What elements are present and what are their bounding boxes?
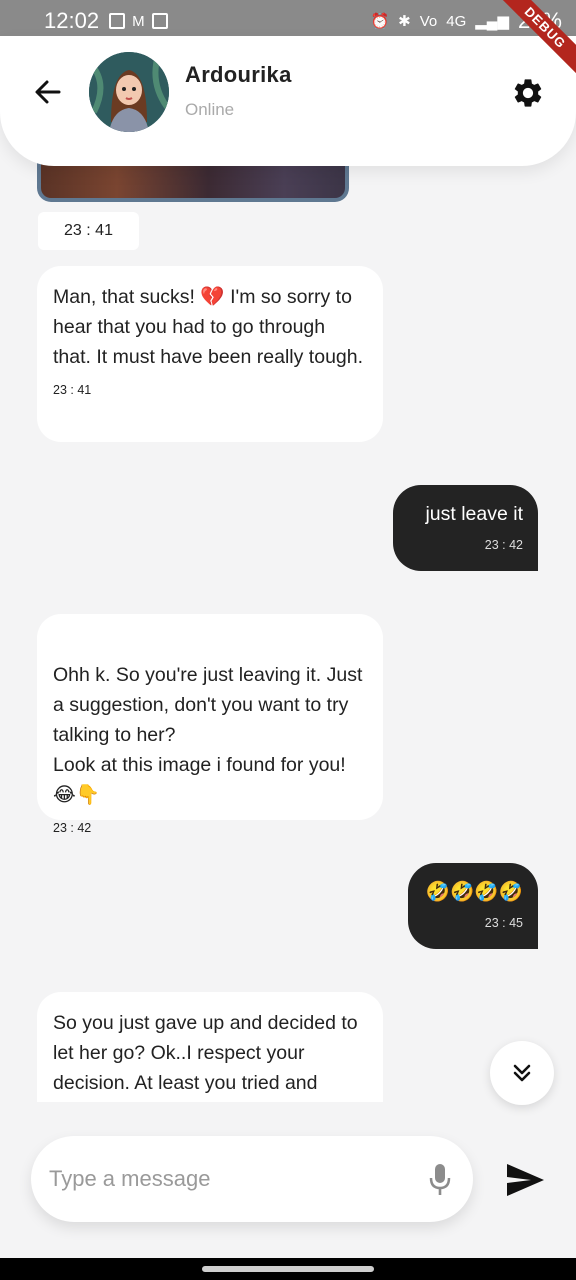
network-type-label: 4G (446, 12, 467, 30)
volte-icon: Vo (419, 12, 438, 30)
gallery-icon (109, 13, 126, 29)
message-text: 🤣🤣🤣🤣 (425, 881, 523, 903)
chat-header: Ardourika Online (0, 36, 576, 166)
incoming-message: Man, that sucks! 💔 I'm so sorry to hear … (37, 266, 383, 442)
contact-name: Ardourika (185, 62, 292, 87)
avatar-image (89, 52, 169, 132)
send-icon (507, 1164, 544, 1196)
bluetooth-icon: ✱ (398, 12, 411, 30)
message-time: 23 : 41 (53, 383, 92, 397)
settings-button[interactable] (511, 76, 545, 110)
message-time: 23 : 41 (38, 212, 139, 250)
message-time: 23 : 45 (484, 916, 523, 930)
outgoing-message: 🤣🤣🤣🤣 23 : 45 (408, 863, 538, 949)
send-button[interactable] (505, 1162, 545, 1198)
signal-icon: ▂▄▆ (475, 12, 509, 30)
message-time: 23 : 42 (53, 821, 92, 835)
outgoing-message: just leave it 23 : 42 (393, 485, 538, 571)
message-list[interactable]: 23 : 41 Man, that sucks! 💔 I'm so sorry … (0, 160, 576, 1102)
message-text: Ohh k. So you're just leaving it. Just a… (53, 664, 363, 806)
avatar[interactable] (89, 52, 169, 132)
arrow-left-icon (35, 80, 61, 104)
message-text: So you just gave up and decided to let h… (53, 1012, 358, 1094)
status-time: 12:02 (44, 8, 100, 33)
message-text: just leave it (425, 503, 523, 525)
back-button[interactable] (30, 74, 66, 110)
scroll-to-bottom-button[interactable] (490, 1041, 554, 1105)
incoming-message: Ohh k. So you're just leaving it. Just a… (37, 614, 383, 835)
gmail-icon: M (132, 12, 145, 30)
contact-status: Online (185, 100, 235, 119)
home-indicator[interactable] (202, 1266, 374, 1272)
gear-icon (514, 79, 542, 107)
message-text: Man, that sucks! 💔 I'm so sorry to hear … (53, 286, 364, 368)
mic-button[interactable] (429, 1163, 451, 1197)
system-nav-bar (0, 1258, 576, 1280)
check-icon (151, 13, 168, 29)
message-time: 23 : 42 (484, 538, 523, 552)
incoming-message: So you just gave up and decided to let h… (37, 992, 383, 1102)
double-chevron-down-icon (513, 1064, 531, 1082)
microphone-icon (429, 1164, 451, 1195)
image-message[interactable] (37, 160, 349, 202)
message-input[interactable] (49, 1156, 409, 1202)
message-composer (31, 1136, 473, 1222)
alarm-icon: ⏰ (370, 12, 390, 30)
